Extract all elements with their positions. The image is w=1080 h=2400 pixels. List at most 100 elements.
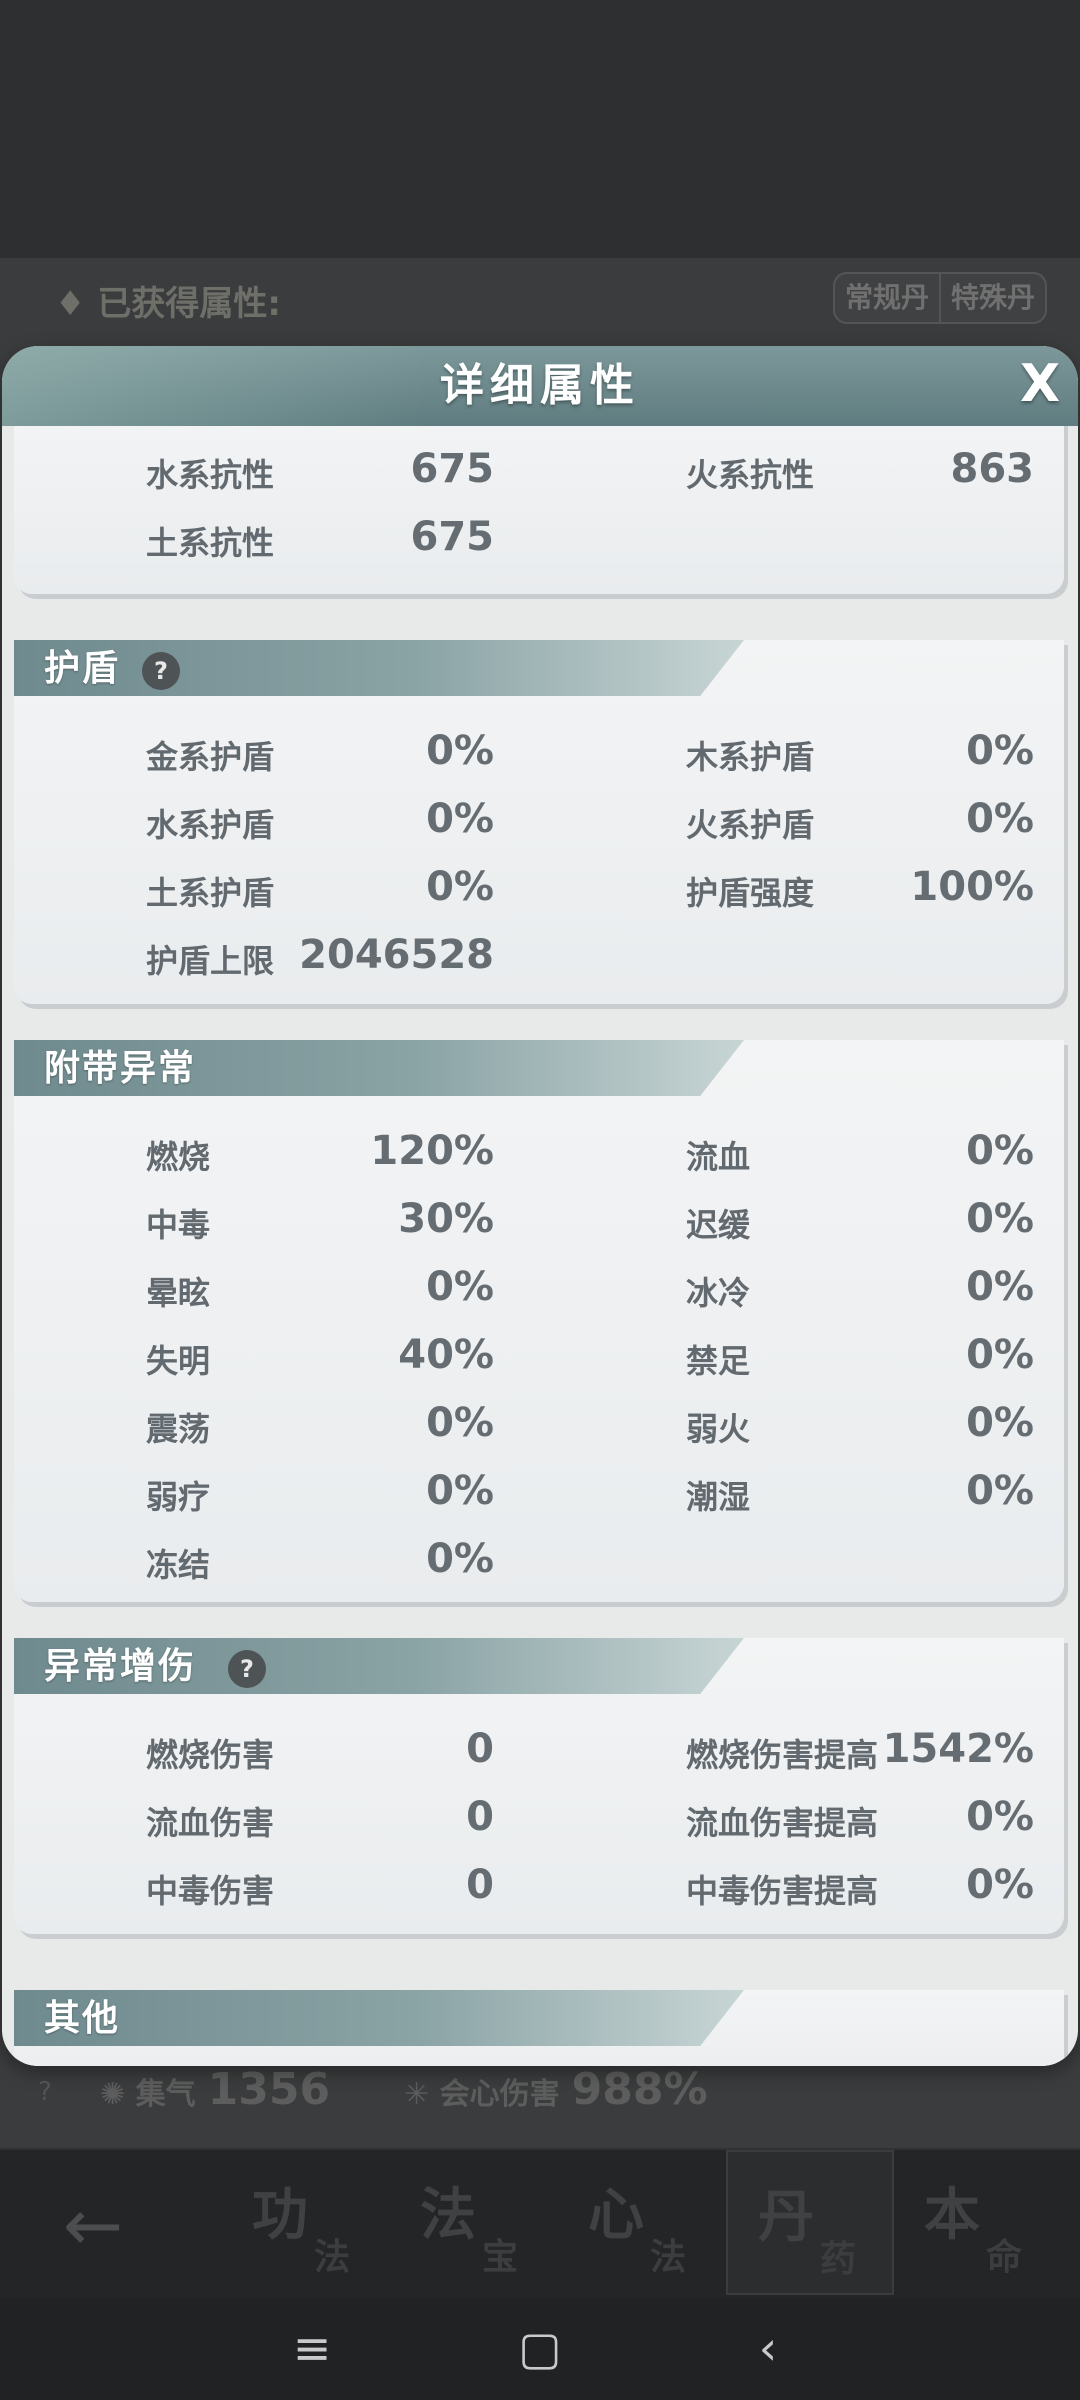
- nav-tab-subchar: 法: [650, 2236, 687, 2278]
- stat-label: 土系抗性: [146, 524, 275, 562]
- stat-label: 火系护盾: [686, 806, 815, 844]
- spark-icon: ✳: [404, 2077, 430, 2112]
- nav-tab-fabao[interactable]: 法 宝: [390, 2150, 558, 2295]
- stat-label: 会心伤害: [439, 2077, 560, 2112]
- stat-label: 集气: [135, 2077, 196, 2112]
- stat-label: 火系抗性: [686, 456, 815, 494]
- nav-tab-danyao[interactable]: 丹 药: [726, 2150, 894, 2295]
- stat-label: 金系护盾: [146, 738, 275, 776]
- stat-label: 冰冷: [686, 1274, 751, 1312]
- stat-label: 燃烧: [146, 1138, 211, 1176]
- acquired-attributes-label: ♦ 已获得属性:: [55, 284, 281, 324]
- stat-value: 2046528: [299, 932, 494, 978]
- stat-label: 迟缓: [686, 1206, 751, 1244]
- back-icon[interactable]: ‹: [728, 2318, 808, 2378]
- section-title: 附带异常: [44, 1048, 197, 1089]
- stat-gather-qi: ✺ 集气 1356: [100, 2064, 330, 2115]
- stat-label: 震荡: [146, 1410, 211, 1448]
- other-section: 其他: [14, 1990, 1064, 2066]
- section-title: 护盾: [44, 648, 121, 689]
- tab-regular-pill[interactable]: 常规丹: [835, 274, 942, 322]
- stat-value: 0%: [966, 1332, 1034, 1378]
- home-icon[interactable]: ▢: [500, 2318, 580, 2378]
- stat-value: 1542%: [882, 1726, 1034, 1772]
- attributes-scroll-area[interactable]: 水系抗性 675 火系抗性 863 土系抗性 675 护盾 ? 金系护盾 0% …: [2, 426, 1078, 2066]
- stat-label: 晕眩: [146, 1274, 211, 1312]
- abnormal-status-section: 附带异常 燃烧 120% 流血 0% 中毒 30% 迟缓 0% 晕眩 0% 冰冷…: [14, 1040, 1064, 1602]
- back-arrow-icon[interactable]: ←: [48, 2180, 138, 2270]
- help-icon[interactable]: ?: [142, 652, 180, 690]
- resistance-section: 水系抗性 675 火系抗性 863 土系抗性 675: [14, 426, 1064, 594]
- stat-value: 675: [410, 446, 495, 492]
- stat-value: 0%: [966, 1468, 1034, 1514]
- stat-label: 燃烧伤害: [146, 1736, 275, 1774]
- nav-tab-gongfa[interactable]: 功 法: [222, 2150, 390, 2295]
- stat-value: 0%: [426, 864, 494, 910]
- stat-label: 流血伤害: [146, 1804, 275, 1842]
- stat-value: 0%: [966, 728, 1034, 774]
- shield-section: 护盾 ? 金系护盾 0% 木系护盾 0% 水系护盾 0% 火系护盾 0% 土系护…: [14, 640, 1064, 1004]
- section-title: 异常增伤: [44, 1646, 197, 1687]
- section-header: [14, 640, 744, 696]
- help-icon[interactable]: ?: [228, 1650, 266, 1688]
- stat-value: 0%: [426, 1400, 494, 1446]
- stat-label: 禁足: [686, 1342, 751, 1380]
- stat-value: 0%: [426, 1536, 494, 1582]
- abnormal-damage-section: 异常增伤 ? 燃烧伤害 0 燃烧伤害提高 1542% 流血伤害 0 流血伤害提高…: [14, 1638, 1064, 1934]
- stat-label: 水系抗性: [146, 456, 275, 494]
- stat-label: 护盾强度: [686, 874, 815, 912]
- stat-value: 0%: [426, 1264, 494, 1310]
- stat-label: 木系护盾: [686, 738, 815, 776]
- stat-value: 0%: [966, 1196, 1034, 1242]
- stat-label: 中毒: [146, 1206, 211, 1244]
- stat-value: 0%: [426, 728, 494, 774]
- stat-label: 失明: [146, 1342, 211, 1380]
- stat-value: 1356: [207, 2064, 331, 2115]
- nav-tab-char: 功: [252, 2182, 308, 2248]
- help-icon[interactable]: ?: [22, 2064, 68, 2124]
- pill-type-tabs: 常规丹 特殊丹: [833, 272, 1048, 324]
- nav-tab-subchar: 宝: [482, 2236, 519, 2278]
- stat-label: 土系护盾: [146, 874, 275, 912]
- nav-tab-subchar: 法: [314, 2236, 351, 2278]
- nav-tab-xinfa[interactable]: 心 法: [558, 2150, 726, 2295]
- stat-value: 0%: [966, 1794, 1034, 1840]
- tab-special-pill[interactable]: 特殊丹: [941, 274, 1045, 322]
- stat-value: 988%: [571, 2064, 708, 2115]
- stat-value: 0%: [426, 796, 494, 842]
- nav-tab-char: 丹: [758, 2184, 814, 2250]
- nav-tab-benming[interactable]: 本 命: [894, 2150, 1062, 2295]
- stat-label: 水系护盾: [146, 806, 275, 844]
- nav-tab-subchar: 药: [820, 2238, 857, 2280]
- nav-tab-char: 本: [924, 2182, 980, 2248]
- stat-value: 120%: [370, 1128, 494, 1174]
- stat-label: 弱火: [686, 1410, 751, 1448]
- stat-value: 0: [466, 1726, 494, 1772]
- stat-value: 863: [950, 446, 1035, 492]
- stat-label: 中毒伤害: [146, 1872, 275, 1910]
- background-top: [0, 0, 1080, 260]
- stat-label: 弱疗: [146, 1478, 211, 1516]
- swirl-icon: ✺: [100, 2077, 126, 2112]
- nav-tab-char: 法: [420, 2182, 476, 2248]
- nav-tab-char: 心: [588, 2182, 644, 2248]
- stat-value: 0%: [966, 1862, 1034, 1908]
- stat-label: 冻结: [146, 1546, 211, 1584]
- stat-value: 30%: [398, 1196, 494, 1242]
- dialog-title: 详细属性: [440, 360, 640, 411]
- stat-value: 0%: [966, 1400, 1034, 1446]
- stat-label: 潮湿: [686, 1478, 751, 1516]
- stat-value: 0: [466, 1794, 494, 1840]
- detail-attributes-dialog: 详细属性 X 水系抗性 675 火系抗性 863 土系抗性 675 护盾 ? 金…: [2, 346, 1078, 2066]
- close-icon[interactable]: X: [1010, 354, 1070, 414]
- stat-label: 流血: [686, 1138, 751, 1176]
- stat-value: 0%: [966, 1128, 1034, 1174]
- stat-value: 0%: [966, 1264, 1034, 1310]
- menu-icon[interactable]: ≡: [272, 2318, 352, 2378]
- stat-value: 675: [410, 514, 495, 560]
- section-title: 其他: [44, 1998, 121, 2039]
- stat-value: 100%: [910, 864, 1034, 910]
- dialog-header: 详细属性 X: [2, 346, 1078, 426]
- stat-label: 护盾上限: [146, 942, 275, 980]
- stat-value: 0: [466, 1862, 494, 1908]
